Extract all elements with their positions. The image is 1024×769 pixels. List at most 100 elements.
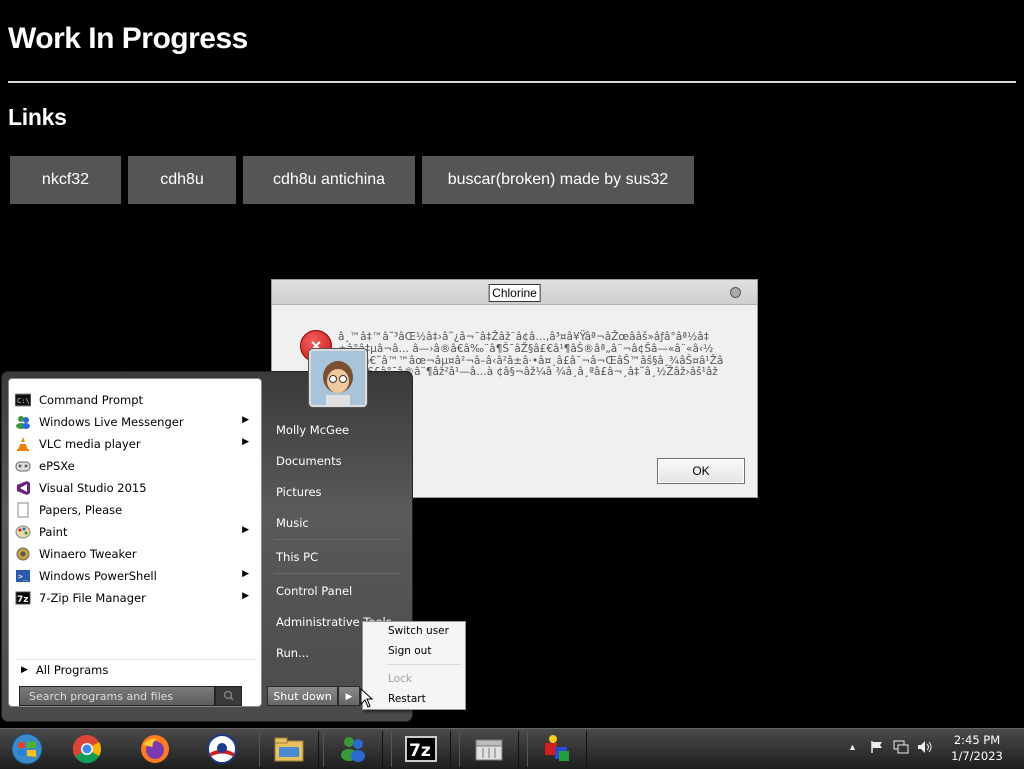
menu-item-pictures[interactable]: Pictures [276,485,322,499]
all-programs-label: All Programs [35,663,109,677]
all-programs-button[interactable]: ▶ All Programs [17,659,257,680]
svg-text:C:\: C:\ [17,397,30,405]
programs-pane: C:\ Command Prompt Windows Live Messenge… [8,378,262,707]
clock-date: 1/7/2023 [951,749,1003,763]
7zip-icon: 7z [15,590,31,606]
shutdown-options-button[interactable]: ▶ [338,686,360,706]
mouse-cursor-icon [360,688,374,708]
taskbar-messenger[interactable] [323,731,383,767]
taskbar-campaign-app[interactable] [193,731,251,767]
program-item-vlc[interactable]: VLC media player ▶ [13,433,257,454]
program-label: Command Prompt [39,392,144,407]
start-orb-icon [11,733,43,765]
chevron-right-icon: ▶ [242,569,249,579]
taskbar-file-explorer[interactable] [259,731,319,767]
menu-item-sign-out[interactable]: Sign out [388,645,431,657]
menu-item-lock: Lock [388,673,412,685]
program-item-command-prompt[interactable]: C:\ Command Prompt [13,389,257,410]
taskbar-clock[interactable]: 2:45 PM 1/7/2023 [946,732,1008,764]
powershell-icon: >_ [15,568,31,584]
document-icon [15,502,31,518]
menu-item-switch-user[interactable]: Switch user [388,625,449,637]
program-label: Windows Live Messenger [39,414,184,429]
svg-text:7z: 7z [17,595,29,605]
program-item-windows-live-messenger[interactable]: Windows Live Messenger ▶ [13,411,257,432]
tweaker-icon [15,546,31,562]
firefox-icon [141,735,169,763]
volume-icon[interactable] [917,740,933,754]
program-label: Windows PowerShell [39,568,157,583]
chevron-right-icon: ▶ [242,591,249,601]
chevron-right-icon: ▶ [21,665,28,675]
menu-item-this-pc[interactable]: This PC [276,550,318,564]
visual-studio-icon [15,480,31,496]
shutdown-button[interactable]: Shut down [267,686,338,706]
taskbar-chrome[interactable] [58,731,116,767]
taskbar-firefox[interactable] [126,731,184,767]
program-item-windows-powershell[interactable]: >_ Windows PowerShell ▶ [13,565,257,586]
link-button-buscar[interactable]: buscar(broken) made by sus32 [422,156,694,204]
menu-item-documents[interactable]: Documents [276,454,342,468]
action-center-flag-icon[interactable] [870,740,884,754]
menu-item-control-panel[interactable]: Control Panel [276,584,352,598]
menu-item-run[interactable]: Run... [276,646,309,660]
menu-separator [274,573,399,574]
menu-separator [274,539,399,540]
dialog-title: Chlorine [488,284,541,302]
vlc-icon [15,436,31,452]
7zip-icon: 7z [405,736,437,762]
cmd-icon: C:\ [15,392,31,408]
links-heading: Links [8,104,67,130]
paint-icon [15,524,31,540]
chevron-right-icon: ▶ [345,690,353,701]
program-item-papers-please[interactable]: Papers, Please [13,499,257,520]
program-label: Papers, Please [39,502,123,517]
menu-item-user[interactable]: Molly McGee [276,423,349,437]
chrome-icon [72,734,101,764]
search-button[interactable] [215,686,242,706]
taskbar-tool[interactable] [527,731,587,767]
search-input[interactable]: Search programs and files [19,686,215,706]
program-item-7zip[interactable]: 7z 7-Zip File Manager ▶ [13,587,257,608]
link-button-cdh8u-antichina[interactable]: cdh8u antichina [243,156,415,204]
gamepad-icon [15,458,31,474]
link-button-cdh8u[interactable]: cdh8u [128,156,236,204]
taskbar-archive[interactable] [459,731,519,767]
dialog-titlebar[interactable]: Chlorine [272,280,757,305]
user-avatar[interactable] [309,349,367,407]
tool-icon [545,735,569,761]
link-button-nkcf32[interactable]: nkcf32 [10,156,121,204]
search-icon [223,690,234,701]
program-label: ePSXe [39,458,75,473]
archive-icon [475,739,503,761]
menu-item-music[interactable]: Music [276,516,309,530]
svg-text:7z: 7z [409,741,431,761]
start-button[interactable] [0,731,54,767]
ok-button[interactable]: OK [657,458,745,484]
menu-item-restart[interactable]: Restart [388,693,426,705]
messenger-icon [341,737,365,762]
svg-text:>_: >_ [18,572,28,581]
program-item-winaero-tweaker[interactable]: Winaero Tweaker [13,543,257,564]
program-label: Paint [39,524,68,539]
menu-separator [387,664,461,665]
horizontal-rule [8,81,1016,83]
chevron-right-icon: ▶ [242,415,249,425]
chevron-right-icon: ▶ [242,525,249,535]
tray-expand-icon[interactable]: ▲ [848,742,857,752]
program-label: VLC media player [39,436,141,451]
close-icon[interactable] [730,287,741,298]
network-icon[interactable] [893,740,909,754]
chevron-right-icon: ▶ [242,437,249,447]
start-menu: C:\ Command Prompt Windows Live Messenge… [1,349,413,722]
messenger-icon [15,414,31,430]
program-label: 7-Zip File Manager [39,590,146,605]
program-label: Winaero Tweaker [39,546,137,561]
taskbar-7zip[interactable]: 7z [391,731,451,767]
program-item-paint[interactable]: Paint ▶ [13,521,257,542]
page-title: Work In Progress [8,22,248,55]
clock-time: 2:45 PM [953,733,1001,747]
program-label: Visual Studio 2015 [39,480,147,495]
program-item-epsxe[interactable]: ePSXe [13,455,257,476]
program-item-visual-studio[interactable]: Visual Studio 2015 [13,477,257,498]
